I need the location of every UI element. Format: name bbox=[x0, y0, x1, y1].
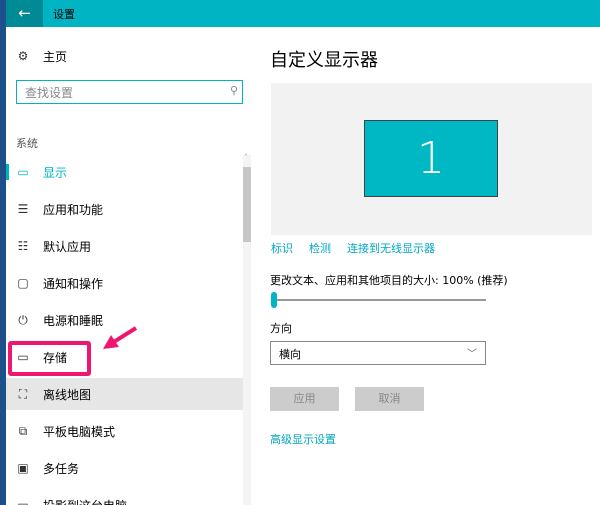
map-icon: ⛶ bbox=[18, 386, 28, 401]
sidebar-item-8[interactable]: ▣ 多任务 bbox=[6, 452, 243, 484]
window-title: 设置 bbox=[53, 8, 75, 21]
arrow-left-icon: ← bbox=[18, 4, 31, 22]
sidebar-item-9[interactable]: ▭ 投影到这台电脑 bbox=[6, 489, 243, 505]
chevron-down-icon: ﹀ bbox=[467, 349, 477, 360]
home-label: 主页 bbox=[43, 49, 68, 64]
power-icon: ⏻ bbox=[18, 312, 28, 327]
message-icon: ▢ bbox=[17, 276, 29, 290]
section-header: 系统 bbox=[16, 137, 38, 150]
sidebar-item-7[interactable]: ⧉ 平板电脑模式 bbox=[6, 415, 243, 447]
back-button[interactable]: ← bbox=[6, 0, 43, 27]
orientation-dropdown[interactable]: 横向 ﹀ bbox=[270, 341, 486, 365]
detect-link[interactable]: 检测 bbox=[309, 240, 331, 256]
scale-slider[interactable] bbox=[271, 292, 486, 308]
sidebar-item-label: 离线地图 bbox=[43, 387, 92, 402]
wireless-display-link[interactable]: 连接到无线显示器 bbox=[347, 240, 435, 256]
sidebar-item-2[interactable]: ☷ 默认应用 bbox=[6, 230, 243, 262]
search-placeholder: 查找设置 bbox=[25, 86, 74, 100]
list-check-icon: ☷ bbox=[17, 239, 29, 253]
sidebar-item-label: 应用和功能 bbox=[43, 202, 104, 217]
title-bar: ← 设置 bbox=[6, 0, 600, 27]
cancel-button[interactable]: 取消 bbox=[355, 387, 424, 411]
identify-link[interactable]: 标识 bbox=[271, 240, 293, 256]
sidebar-item-label: 平板电脑模式 bbox=[43, 424, 116, 439]
apply-button[interactable]: 应用 bbox=[270, 387, 339, 411]
slider-thumb[interactable] bbox=[271, 292, 277, 308]
orientation-value: 横向 bbox=[279, 348, 301, 361]
settings-window: ← 设置 ⚙ 主页 查找设置 ⚲ 系统 ▭ 显示 ☰ 应用和功能 ☷ 默认应用 ▢ 通知和操作… bbox=[6, 0, 600, 505]
multitask-icon: ▣ bbox=[17, 461, 29, 475]
search-icon: ⚲ bbox=[229, 84, 238, 97]
search-input[interactable]: 查找设置 ⚲ bbox=[16, 80, 243, 104]
scale-label: 更改文本、应用和其他项目的大小: 100% (推荐) bbox=[270, 274, 508, 287]
scrollbar[interactable]: ˄ bbox=[243, 153, 251, 505]
sidebar-item-label: 通知和操作 bbox=[43, 276, 104, 291]
monitor-1[interactable]: 1 bbox=[364, 120, 498, 197]
sidebar-item-home[interactable]: ⚙ 主页 bbox=[6, 40, 243, 72]
selected-indicator bbox=[6, 164, 9, 180]
advanced-display-link[interactable]: 高级显示设置 bbox=[270, 431, 336, 447]
orientation-label: 方向 bbox=[270, 322, 292, 335]
gear-icon: ⚙ bbox=[17, 49, 29, 63]
sidebar-item-6[interactable]: ⛶ 离线地图 bbox=[6, 378, 243, 410]
sidebar-item-label: 显示 bbox=[43, 165, 68, 180]
sidebar-item-label: 多任务 bbox=[43, 461, 80, 476]
annotation-arrow-icon bbox=[103, 326, 138, 349]
sidebar-item-1[interactable]: ☰ 应用和功能 bbox=[6, 193, 243, 225]
scroll-up-icon[interactable]: ˄ bbox=[244, 153, 248, 162]
display-preview: 1 bbox=[271, 83, 592, 235]
sidebar-item-label: 默认应用 bbox=[43, 239, 92, 254]
sidebar-item-label: 投影到这台电脑 bbox=[43, 497, 127, 505]
project-icon: ▭ bbox=[17, 498, 29, 505]
page-title: 自定义显示器 bbox=[270, 50, 378, 71]
monitor-icon: ▭ bbox=[17, 165, 29, 179]
scrollbar-thumb[interactable] bbox=[243, 167, 251, 242]
highlight-box bbox=[8, 341, 91, 376]
tablet-icon: ⧉ bbox=[18, 423, 28, 438]
sidebar-item-0[interactable]: ▭ 显示 bbox=[6, 156, 243, 188]
sidebar-item-label: 电源和睡眠 bbox=[43, 313, 104, 328]
sidebar-item-3[interactable]: ▢ 通知和操作 bbox=[6, 267, 243, 299]
list-icon: ☰ bbox=[17, 202, 29, 216]
